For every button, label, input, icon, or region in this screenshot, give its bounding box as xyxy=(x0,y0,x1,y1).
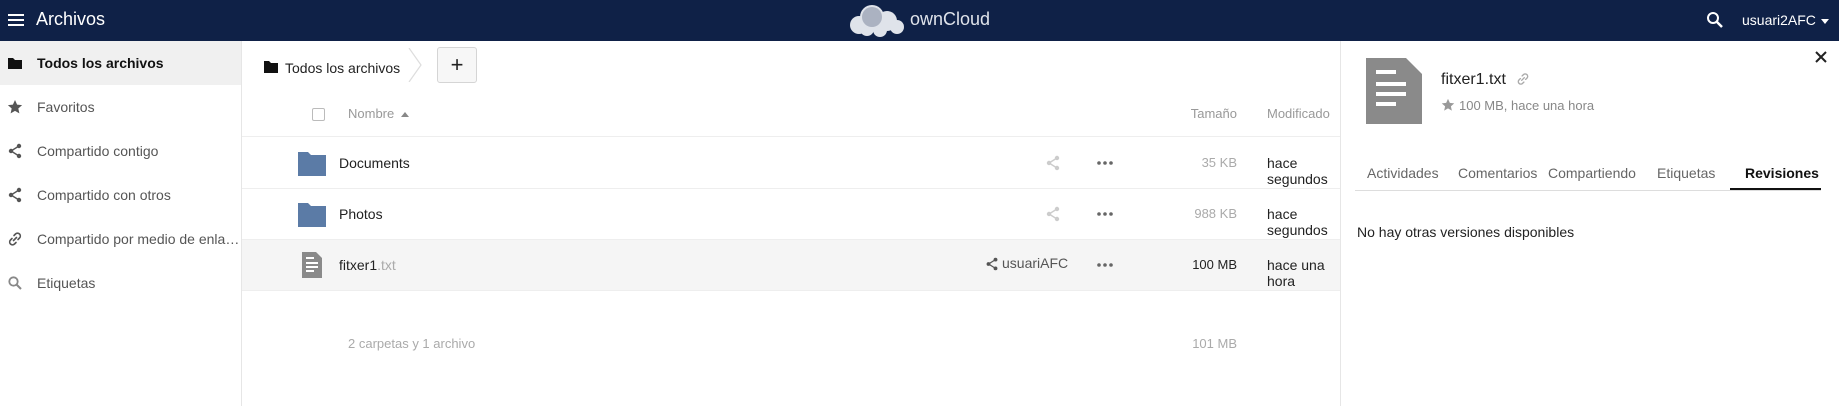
sidebar-item-label: Favoritos xyxy=(37,99,95,115)
sidebar-item-tags[interactable]: Etiquetas xyxy=(0,261,241,305)
file-modified: hace una hora xyxy=(1267,257,1325,289)
more-actions-icon[interactable] xyxy=(1095,156,1115,170)
sidebar-item-shared-with-others[interactable]: Compartido con otros xyxy=(0,173,241,217)
column-modified-header[interactable]: Modificado xyxy=(1267,106,1330,121)
sidebar-item-all-files[interactable]: Todos los archivos xyxy=(0,41,241,85)
link-icon xyxy=(8,232,22,246)
details-file-name: fitxer1.txt xyxy=(1441,71,1530,89)
tab-etiquetas[interactable]: Etiquetas xyxy=(1657,165,1715,181)
user-name: usuari2AFC xyxy=(1742,12,1816,28)
share-icon xyxy=(8,143,22,159)
file-name-label: Photos xyxy=(339,206,383,222)
user-menu[interactable]: usuari2AFC xyxy=(1742,12,1829,28)
breadcrumb-separator-icon xyxy=(408,48,422,82)
share-icon xyxy=(8,187,22,203)
column-size-header[interactable]: Tamaño xyxy=(1147,106,1237,121)
owncloud-logo-icon[interactable] xyxy=(845,3,905,37)
summary-text: 2 carpetas y 1 archivo xyxy=(348,336,476,351)
file-name[interactable]: Photos xyxy=(339,206,383,222)
sidebar: Todos los archivos Favoritos Compartido … xyxy=(0,41,242,406)
table-row[interactable]: Documents 35 KB hace segundos xyxy=(242,138,1340,189)
active-tab-indicator xyxy=(1730,188,1821,190)
sidebar-item-favorites[interactable]: Favoritos xyxy=(0,85,241,129)
tab-revisiones[interactable]: Revisiones xyxy=(1745,165,1819,181)
top-header: Archivos ownCloud usuari2AFC xyxy=(0,0,1839,41)
app-name[interactable]: Archivos xyxy=(36,9,105,30)
tab-compartiendo[interactable]: Compartiendo xyxy=(1548,165,1636,181)
folder-icon xyxy=(298,203,326,227)
sidebar-item-label: Todos los archivos xyxy=(37,55,164,71)
file-size: 100 MB xyxy=(1192,257,1237,272)
details-tabs: Actividades Comentarios Compartiendo Eti… xyxy=(1355,159,1821,191)
file-summary: 2 carpetas y 1 archivo 101 MB xyxy=(242,329,1340,359)
file-name[interactable]: fitxer1.txt xyxy=(339,257,396,273)
chevron-down-icon xyxy=(1820,18,1829,24)
share-icon[interactable] xyxy=(1045,206,1061,222)
new-button[interactable]: + xyxy=(437,47,477,83)
tag-search-icon xyxy=(8,276,22,290)
logo-text: ownCloud xyxy=(910,9,991,29)
sort-ascending-icon xyxy=(401,112,410,118)
file-list-area: Todos los archivos + Nombre Tamaño Modif… xyxy=(242,41,1340,406)
share-icon xyxy=(986,257,998,271)
folder-icon xyxy=(298,152,326,176)
sidebar-item-shared-by-link[interactable]: Compartido por medio de enla… xyxy=(0,217,241,261)
more-actions-icon[interactable] xyxy=(1095,258,1115,272)
close-icon[interactable] xyxy=(1815,51,1827,63)
tab-comentarios[interactable]: Comentarios xyxy=(1458,165,1537,181)
file-size: 988 KB xyxy=(1194,206,1237,221)
star-icon[interactable] xyxy=(1441,98,1455,112)
details-meta-text: 100 MB, hace una hora xyxy=(1459,98,1595,113)
sidebar-item-shared-with-you[interactable]: Compartido contigo xyxy=(0,129,241,173)
link-icon[interactable] xyxy=(1516,72,1530,86)
table-header: Nombre Tamaño Modificado xyxy=(242,92,1340,137)
table-row[interactable]: fitxer1.txt usuariAFC 100 MB hace una ho… xyxy=(242,240,1340,291)
file-name-label: fitxer1 xyxy=(339,257,378,273)
file-extension: .txt xyxy=(377,257,396,273)
column-name-label: Nombre xyxy=(348,106,395,121)
sidebar-item-label: Compartido por medio de enla… xyxy=(37,231,240,247)
sidebar-item-label: Compartido contigo xyxy=(37,143,159,159)
share-icon[interactable] xyxy=(1045,155,1061,171)
file-name[interactable]: Documents xyxy=(339,155,410,171)
file-modified: hace segundos xyxy=(1267,155,1328,187)
details-panel: fitxer1.txt 100 MB, hace una hora Activi… xyxy=(1340,41,1839,406)
details-meta: 100 MB, hace una hora xyxy=(1441,98,1594,113)
table-row[interactable]: Photos 988 KB hace segundos xyxy=(242,189,1340,240)
file-name-label: Documents xyxy=(339,155,410,171)
file-modified: hace segundos xyxy=(1267,206,1328,238)
breadcrumb-label: Todos los archivos xyxy=(285,60,401,76)
file-size: 35 KB xyxy=(1201,155,1237,170)
tab-actividades[interactable]: Actividades xyxy=(1367,165,1439,181)
sidebar-item-label: Compartido con otros xyxy=(37,187,171,203)
empty-versions-message: No hay otras versiones disponibles xyxy=(1357,224,1575,240)
folder-icon xyxy=(8,58,22,69)
sidebar-item-label: Etiquetas xyxy=(37,275,96,291)
column-name-header[interactable]: Nombre xyxy=(348,106,410,121)
shared-with-user: usuariAFC xyxy=(1002,255,1069,271)
summary-size: 101 MB xyxy=(1192,336,1237,351)
text-file-icon xyxy=(1366,58,1422,124)
select-all-checkbox[interactable] xyxy=(312,108,325,121)
details-file-name-label: fitxer1.txt xyxy=(1441,71,1506,88)
breadcrumb[interactable]: Todos los archivos xyxy=(264,55,400,83)
menu-icon[interactable] xyxy=(8,11,24,29)
shared-with-indicator[interactable]: usuariAFC xyxy=(985,255,1068,275)
text-file-icon xyxy=(302,252,322,278)
search-icon[interactable] xyxy=(1706,11,1724,29)
folder-icon xyxy=(264,61,278,73)
more-actions-icon[interactable] xyxy=(1095,207,1115,221)
star-icon xyxy=(7,100,23,114)
